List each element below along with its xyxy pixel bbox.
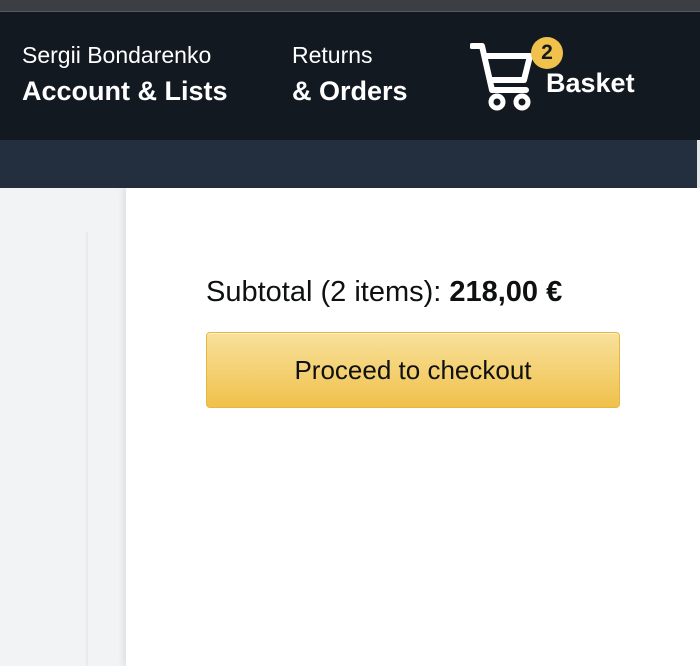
subtotal-label: Subtotal (2 items):	[206, 276, 442, 308]
left-content-panel	[0, 188, 126, 666]
account-greeting: Sergii Bondarenko	[22, 42, 212, 68]
proceed-to-checkout-button[interactable]: Proceed to checkout	[206, 332, 620, 408]
orders-label: & Orders	[292, 76, 408, 106]
account-lists-link[interactable]: Sergii Bondarenko Account & Lists	[22, 12, 262, 140]
secondary-nav-bar	[0, 140, 700, 188]
subtotal-amount: 218,00 €	[449, 276, 563, 308]
returns-label: Returns	[292, 42, 373, 68]
basket-label: Basket	[546, 68, 635, 98]
cart-icon	[470, 43, 533, 111]
main-nav-bar: Sergii Bondarenko Account & Lists Return…	[0, 12, 700, 140]
basket-link[interactable]: 2 Basket	[470, 12, 670, 140]
account-lists-label: Account & Lists	[22, 76, 228, 106]
browser-top-strip	[0, 0, 700, 12]
subtotal-line: Subtotal (2 items): 218,00 €	[206, 276, 562, 309]
panel-divider	[86, 232, 88, 666]
cart-summary-card: Subtotal (2 items): 218,00 € Proceed to c…	[126, 188, 700, 666]
basket-count-badge: 2	[531, 37, 563, 69]
returns-orders-link[interactable]: Returns & Orders	[292, 12, 442, 140]
